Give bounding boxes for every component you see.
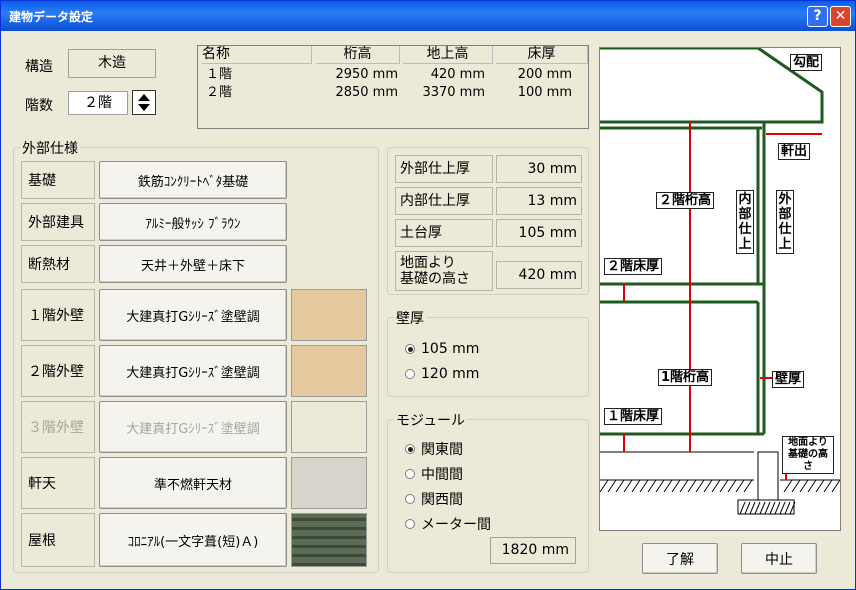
table-cell: 3370 mm — [422, 85, 485, 100]
table-cell: 200 mm — [517, 67, 572, 82]
eave-label: 軒出 — [778, 143, 811, 160]
outer-finish-label: 外部仕上 — [776, 190, 794, 254]
table-header: 地上高 — [403, 46, 493, 64]
radio-dot-icon — [405, 469, 415, 479]
finish-value: 420 mm — [496, 261, 582, 289]
module-radio[interactable]: 関東間 — [405, 439, 463, 459]
floors-label: 階数 — [25, 98, 53, 114]
radio-dot-icon — [405, 494, 415, 504]
radio-dot-icon — [405, 344, 415, 354]
structure-label: 構造 — [25, 59, 53, 75]
module-radio[interactable]: 中間間 — [405, 464, 463, 484]
module-radio[interactable]: 関西間 — [405, 489, 463, 509]
exterior-label: 基礎 — [21, 161, 95, 199]
exterior-label: １階外壁 — [21, 289, 95, 341]
radio-dot-icon — [405, 519, 415, 529]
color-swatch[interactable] — [291, 401, 367, 453]
inner-finish-label: 内部仕上 — [736, 190, 754, 254]
slope-label: 勾配 — [790, 54, 823, 71]
f2-floor-label: ２階床厚 — [604, 258, 663, 275]
module-option-label: 関東間 — [421, 442, 463, 458]
dialog-window: 建物データ設定 ? ✕ 構造 木造 階数 ２階 名称 桁高 地上高 床厚 １階 2950… — [0, 0, 856, 590]
exterior-value-button[interactable]: 大建真打Gｼﾘｰｽﾞ塗壁調 — [99, 345, 287, 397]
finish-label: 土台厚 — [395, 219, 493, 247]
module-value: 1820 mm — [490, 537, 576, 564]
exterior-label: ２階外壁 — [21, 345, 95, 397]
module-option-label: メーター間 — [421, 517, 491, 533]
building-section-diagram: 勾配 軒出 ２階桁高 ２階床厚 1階桁高 １階床厚 壁厚 内部仕上 外部仕上 地… — [599, 47, 841, 531]
base-height-label: 地面より基礎の高さ — [782, 436, 834, 474]
color-swatch[interactable] — [291, 289, 367, 341]
title-bar: 建物データ設定 ? ✕ — [1, 1, 855, 31]
spinner-arrows-icon — [138, 94, 150, 111]
wall-label: 壁厚 — [772, 371, 805, 388]
exterior-label: 軒天 — [21, 457, 95, 509]
exterior-label: 断熱材 — [21, 245, 95, 283]
color-swatch[interactable] — [291, 457, 367, 509]
finish-label: 地面より 基礎の高さ — [395, 251, 493, 291]
module-option-label: 関西間 — [421, 492, 463, 508]
exterior-value-button[interactable]: 大建真打Gｼﾘｰｽﾞ塗壁調 — [99, 401, 287, 453]
f1-floor-label: １階床厚 — [604, 408, 663, 425]
radio-dot-icon — [405, 369, 415, 379]
module-title: モジュール — [394, 410, 468, 430]
module-radio[interactable]: メーター間 — [405, 514, 491, 534]
f1-height-label: 1階桁高 — [658, 369, 713, 386]
module-option-label: 中間間 — [421, 467, 463, 483]
close-button[interactable]: ✕ — [830, 6, 851, 27]
exterior-value-button[interactable]: 準不燃軒天材 — [99, 457, 287, 509]
finish-value: 13 mm — [496, 187, 582, 215]
table-cell: １階 — [206, 67, 233, 82]
floors-spinner[interactable] — [132, 90, 156, 115]
color-swatch[interactable] — [291, 513, 367, 567]
finish-value: 105 mm — [496, 219, 582, 247]
exterior-group-title: 外部仕様 — [20, 138, 80, 158]
color-swatch[interactable] — [291, 345, 367, 397]
table-cell: 2950 mm — [335, 67, 398, 82]
table-cell: 2850 mm — [335, 85, 398, 100]
exterior-value-button[interactable]: ｱﾙﾐｰ般ｻｯｼ ﾌﾞﾗｳﾝ — [99, 203, 287, 241]
table-header: 桁高 — [316, 46, 400, 64]
help-button[interactable]: ? — [807, 6, 828, 27]
wall-radio[interactable]: 105 mm — [405, 341, 479, 357]
wall-radio[interactable]: 120 mm — [405, 366, 479, 382]
exterior-value-button[interactable]: 鉄筋ｺﾝｸﾘｰﾄﾍﾞﾀ基礎 — [99, 161, 287, 199]
ok-button[interactable]: 了解 — [642, 543, 718, 574]
window-title: 建物データ設定 — [9, 10, 94, 24]
table-cell: 420 mm — [430, 67, 485, 82]
wall-thickness-title: 壁厚 — [394, 308, 426, 328]
exterior-value-button[interactable]: 大建真打Gｼﾘｰｽﾞ塗壁調 — [99, 289, 287, 341]
finish-label: 外部仕上厚 — [395, 155, 493, 183]
wall-option-label: 105 mm — [421, 341, 480, 357]
floors-value[interactable]: ２階 — [68, 91, 128, 115]
table-cell: 100 mm — [517, 85, 572, 100]
radio-dot-icon — [405, 444, 415, 454]
wall-thickness-group: 壁厚 — [387, 308, 589, 397]
table-header: 床厚 — [496, 46, 588, 64]
table-cell: ２階 — [206, 85, 233, 100]
exterior-value-button[interactable]: 天井＋外壁＋床下 — [99, 245, 287, 283]
exterior-label: 外部建具 — [21, 203, 95, 241]
exterior-value-button[interactable]: ｺﾛﾆｱﾙ(一文字葺(短)Ａ) — [99, 513, 287, 567]
cancel-button[interactable]: 中止 — [741, 543, 817, 574]
finish-label: 内部仕上厚 — [395, 187, 493, 215]
floor-table: 名称 桁高 地上高 床厚 １階 2950 mm 420 mm 200 mm ２階 2850 mm… — [197, 45, 589, 129]
exterior-label: ３階外壁 — [21, 401, 95, 453]
f2-height-label: ２階桁高 — [656, 192, 715, 209]
wall-option-label: 120 mm — [421, 366, 480, 382]
finish-value: 30 mm — [496, 155, 582, 183]
exterior-label: 屋根 — [21, 513, 95, 567]
table-header: 名称 — [202, 46, 312, 64]
structure-value: 木造 — [68, 49, 156, 78]
